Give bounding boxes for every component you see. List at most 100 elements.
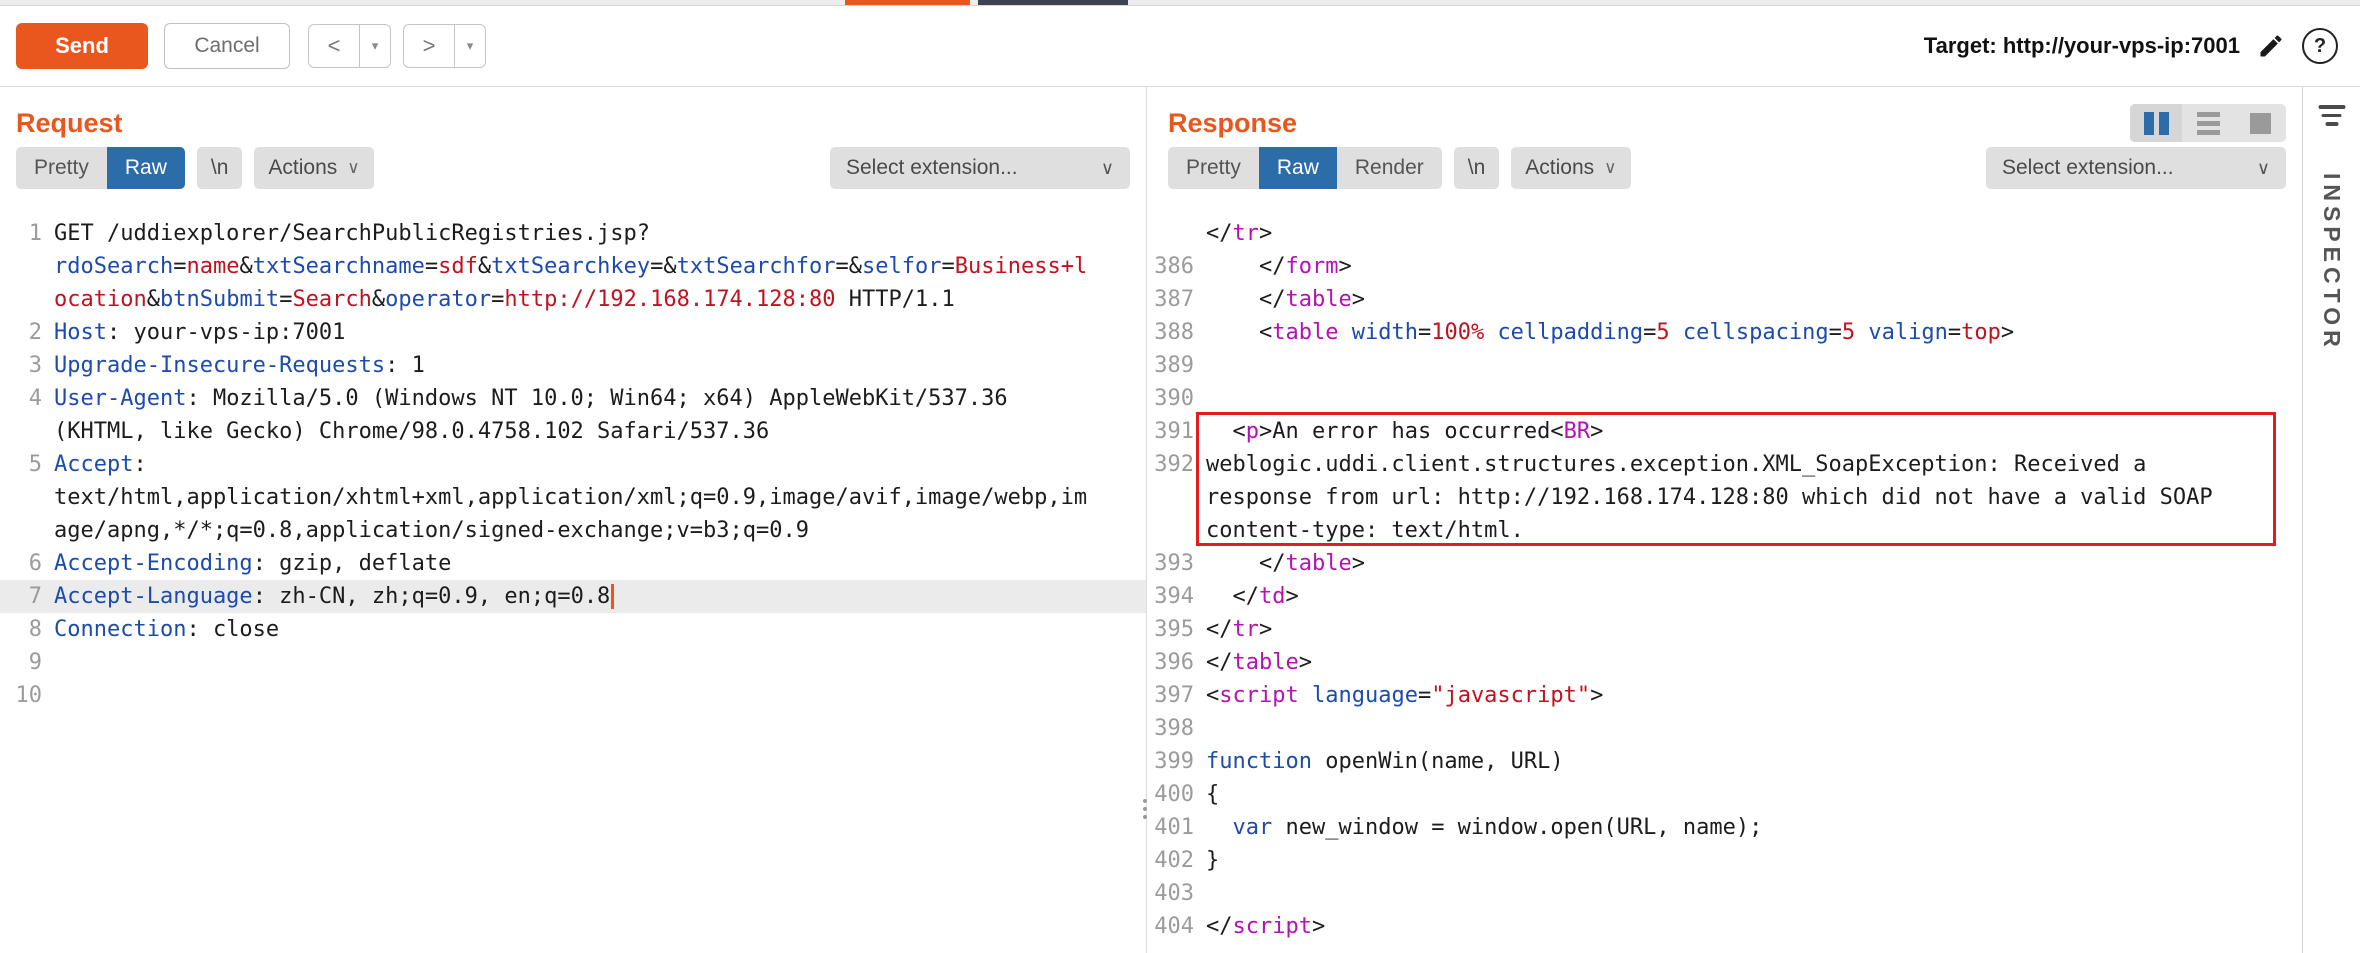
- code-line[interactable]: 399function openWin(name, URL): [1152, 745, 2302, 778]
- code-text[interactable]: [54, 646, 1092, 679]
- request-newline-toggle[interactable]: \n: [197, 147, 243, 189]
- history-forward-dropdown[interactable]: ▾: [455, 24, 486, 68]
- code-text[interactable]: [1206, 712, 2244, 745]
- inspector-label[interactable]: INSPECTOR: [2318, 173, 2345, 352]
- code-line[interactable]: 391 <p>An error has occurred<BR>: [1152, 415, 2302, 448]
- code-text[interactable]: Accept-Language: zh-CN, zh;q=0.9, en;q=0…: [54, 580, 1092, 613]
- code-line[interactable]: 396</table>: [1152, 646, 2302, 679]
- tab-request-pretty[interactable]: Pretty: [16, 147, 107, 189]
- code-line[interactable]: 394 </td>: [1152, 580, 2302, 613]
- code-text[interactable]: Upgrade-Insecure-Requests: 1: [54, 349, 1092, 382]
- code-text[interactable]: weblogic.uddi.client.structures.exceptio…: [1206, 448, 2244, 547]
- code-line[interactable]: 9: [0, 646, 1146, 679]
- request-actions-button[interactable]: Actions ∨: [254, 147, 373, 189]
- response-select-extension-label: Select extension...: [2002, 156, 2174, 180]
- code-line[interactable]: 400{: [1152, 778, 2302, 811]
- request-view-tabs: Pretty Raw: [16, 147, 185, 189]
- code-line[interactable]: 1GET /uddiexplorer/SearchPublicRegistrie…: [0, 217, 1146, 316]
- layout-single-button[interactable]: [2234, 104, 2286, 142]
- code-line[interactable]: 390: [1152, 382, 2302, 415]
- cancel-button[interactable]: Cancel: [164, 23, 290, 69]
- response-panel-header: Response: [1152, 99, 2302, 147]
- code-text[interactable]: [1206, 877, 2244, 910]
- help-icon[interactable]: ?: [2302, 28, 2338, 64]
- code-text[interactable]: </table>: [1206, 646, 2244, 679]
- code-line[interactable]: 401 var new_window = window.open(URL, na…: [1152, 811, 2302, 844]
- request-tabs-row: Pretty Raw \n Actions ∨ Select extension…: [0, 147, 1146, 189]
- code-text[interactable]: </tr>: [1206, 613, 2244, 646]
- code-line[interactable]: 403: [1152, 877, 2302, 910]
- code-line[interactable]: 7Accept-Language: zh-CN, zh;q=0.9, en;q=…: [0, 580, 1146, 613]
- history-back-split-button: < ▾: [308, 24, 391, 68]
- code-text[interactable]: <p>An error has occurred<BR>: [1206, 415, 2244, 448]
- code-line[interactable]: 395</tr>: [1152, 613, 2302, 646]
- code-line[interactable]: 398: [1152, 712, 2302, 745]
- code-text[interactable]: function openWin(name, URL): [1206, 745, 2244, 778]
- response-editor[interactable]: </tr>386 </form>387 </table>388 <table w…: [1152, 203, 2302, 943]
- code-line[interactable]: 2Host: your-vps-ip:7001: [0, 316, 1146, 349]
- code-text[interactable]: <table width=100% cellpadding=5 cellspac…: [1206, 316, 2244, 349]
- code-line[interactable]: 397<script language="javascript">: [1152, 679, 2302, 712]
- inspector-collapse-icon[interactable]: [2318, 105, 2345, 126]
- code-line[interactable]: 386 </form>: [1152, 250, 2302, 283]
- code-text[interactable]: [54, 679, 1092, 712]
- line-number: 391: [1152, 415, 1206, 448]
- history-back-button[interactable]: <: [308, 24, 360, 68]
- code-text[interactable]: [1206, 349, 2244, 382]
- code-text[interactable]: </tr>: [1206, 217, 2244, 250]
- code-text[interactable]: </table>: [1206, 547, 2244, 580]
- response-tabs-row: Pretty Raw Render \n Actions ∨ Select ex…: [1152, 147, 2302, 189]
- code-line[interactable]: 10: [0, 679, 1146, 712]
- code-text[interactable]: </form>: [1206, 250, 2244, 283]
- code-line[interactable]: 389: [1152, 349, 2302, 382]
- request-editor[interactable]: 1GET /uddiexplorer/SearchPublicRegistrie…: [0, 203, 1146, 712]
- response-actions-button[interactable]: Actions ∨: [1511, 147, 1630, 189]
- code-line[interactable]: 4User-Agent: Mozilla/5.0 (Windows NT 10.…: [0, 382, 1146, 448]
- code-text[interactable]: User-Agent: Mozilla/5.0 (Windows NT 10.0…: [54, 382, 1092, 448]
- code-line[interactable]: 8Connection: close: [0, 613, 1146, 646]
- line-number: 5: [0, 448, 54, 547]
- code-line[interactable]: </tr>: [1152, 217, 2302, 250]
- tab-response-raw[interactable]: Raw: [1259, 147, 1337, 189]
- code-text[interactable]: Accept: text/html,application/xhtml+xml,…: [54, 448, 1092, 547]
- tab-response-pretty[interactable]: Pretty: [1168, 147, 1259, 189]
- layout-rows-button[interactable]: [2182, 104, 2234, 142]
- code-line[interactable]: 6Accept-Encoding: gzip, deflate: [0, 547, 1146, 580]
- panel-resize-handle[interactable]: [1143, 799, 1147, 819]
- code-line[interactable]: 5Accept: text/html,application/xhtml+xml…: [0, 448, 1146, 547]
- code-line[interactable]: 392weblogic.uddi.client.structures.excep…: [1152, 448, 2302, 547]
- layout-columns-button[interactable]: [2130, 104, 2182, 142]
- tab-strip-dark-segment: [978, 0, 1128, 5]
- code-line[interactable]: 404</script>: [1152, 910, 2302, 943]
- code-text[interactable]: GET /uddiexplorer/SearchPublicRegistries…: [54, 217, 1092, 316]
- history-forward-button[interactable]: >: [403, 24, 455, 68]
- code-text[interactable]: }: [1206, 844, 2244, 877]
- layout-toggle-group: [2130, 104, 2286, 142]
- edit-target-icon[interactable]: [2256, 31, 2286, 61]
- code-line[interactable]: 393 </table>: [1152, 547, 2302, 580]
- code-text[interactable]: var new_window = window.open(URL, name);: [1206, 811, 2244, 844]
- code-text[interactable]: {: [1206, 778, 2244, 811]
- code-text[interactable]: Accept-Encoding: gzip, deflate: [54, 547, 1092, 580]
- code-line[interactable]: 388 <table width=100% cellpadding=5 cell…: [1152, 316, 2302, 349]
- code-text[interactable]: Host: your-vps-ip:7001: [54, 316, 1092, 349]
- code-text[interactable]: </script>: [1206, 910, 2244, 943]
- code-line[interactable]: 402}: [1152, 844, 2302, 877]
- response-newline-toggle[interactable]: \n: [1454, 147, 1500, 189]
- code-text[interactable]: [1206, 382, 2244, 415]
- response-select-extension[interactable]: Select extension... ∨: [1986, 147, 2286, 189]
- code-line[interactable]: 387 </table>: [1152, 283, 2302, 316]
- code-text[interactable]: Connection: close: [54, 613, 1092, 646]
- request-select-extension[interactable]: Select extension... ∨: [830, 147, 1130, 189]
- history-back-dropdown[interactable]: ▾: [360, 24, 391, 68]
- line-number: 401: [1152, 811, 1206, 844]
- tab-request-raw[interactable]: Raw: [107, 147, 185, 189]
- code-text[interactable]: <script language="javascript">: [1206, 679, 2244, 712]
- code-line[interactable]: 3Upgrade-Insecure-Requests: 1: [0, 349, 1146, 382]
- line-number: 4: [0, 382, 54, 448]
- line-number: 392: [1152, 448, 1206, 547]
- code-text[interactable]: </table>: [1206, 283, 2244, 316]
- tab-response-render[interactable]: Render: [1337, 147, 1442, 189]
- code-text[interactable]: </td>: [1206, 580, 2244, 613]
- send-button[interactable]: Send: [16, 23, 148, 69]
